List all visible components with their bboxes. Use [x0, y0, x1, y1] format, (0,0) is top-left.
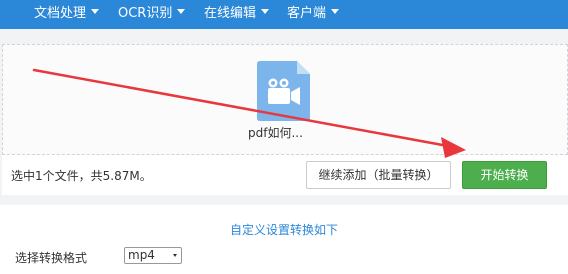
video-file-icon[interactable] [257, 61, 310, 121]
start-convert-button[interactable]: 开始转换 [462, 161, 547, 189]
custom-settings-link[interactable]: 自定义设置转换如下 [230, 221, 338, 238]
nav-item-label: 客户端 [287, 6, 327, 21]
nav-item-online-edit[interactable]: 在线编辑 [204, 0, 270, 29]
format-select[interactable]: mp4 [124, 247, 182, 264]
nav-item-label: 在线编辑 [204, 6, 257, 21]
format-label: 选择转换格式 [15, 251, 88, 265]
nav-item-label: OCR识别 [118, 6, 173, 21]
caret-down-icon [331, 9, 340, 14]
caret-down-icon [261, 9, 270, 14]
format-select-value: mp4 [128, 248, 155, 262]
file-name-label: pdf如何... [248, 126, 303, 140]
nav-item-ocr[interactable]: OCR识别 [118, 0, 186, 29]
select-caret-icon [173, 254, 177, 257]
nav-item-label: 文档处理 [34, 6, 87, 21]
nav-item-client[interactable]: 客户端 [287, 0, 340, 29]
selection-status: 选中1个文件，共5.87M。 [11, 169, 152, 183]
nav-item-document[interactable]: 文档处理 [34, 0, 100, 29]
caret-down-icon [91, 9, 100, 14]
caret-down-icon [177, 9, 186, 14]
top-nav-bar: 文档处理 OCR识别 在线编辑 客户端 [0, 0, 568, 29]
continue-add-button[interactable]: 继续添加（批量转换） [306, 161, 451, 189]
